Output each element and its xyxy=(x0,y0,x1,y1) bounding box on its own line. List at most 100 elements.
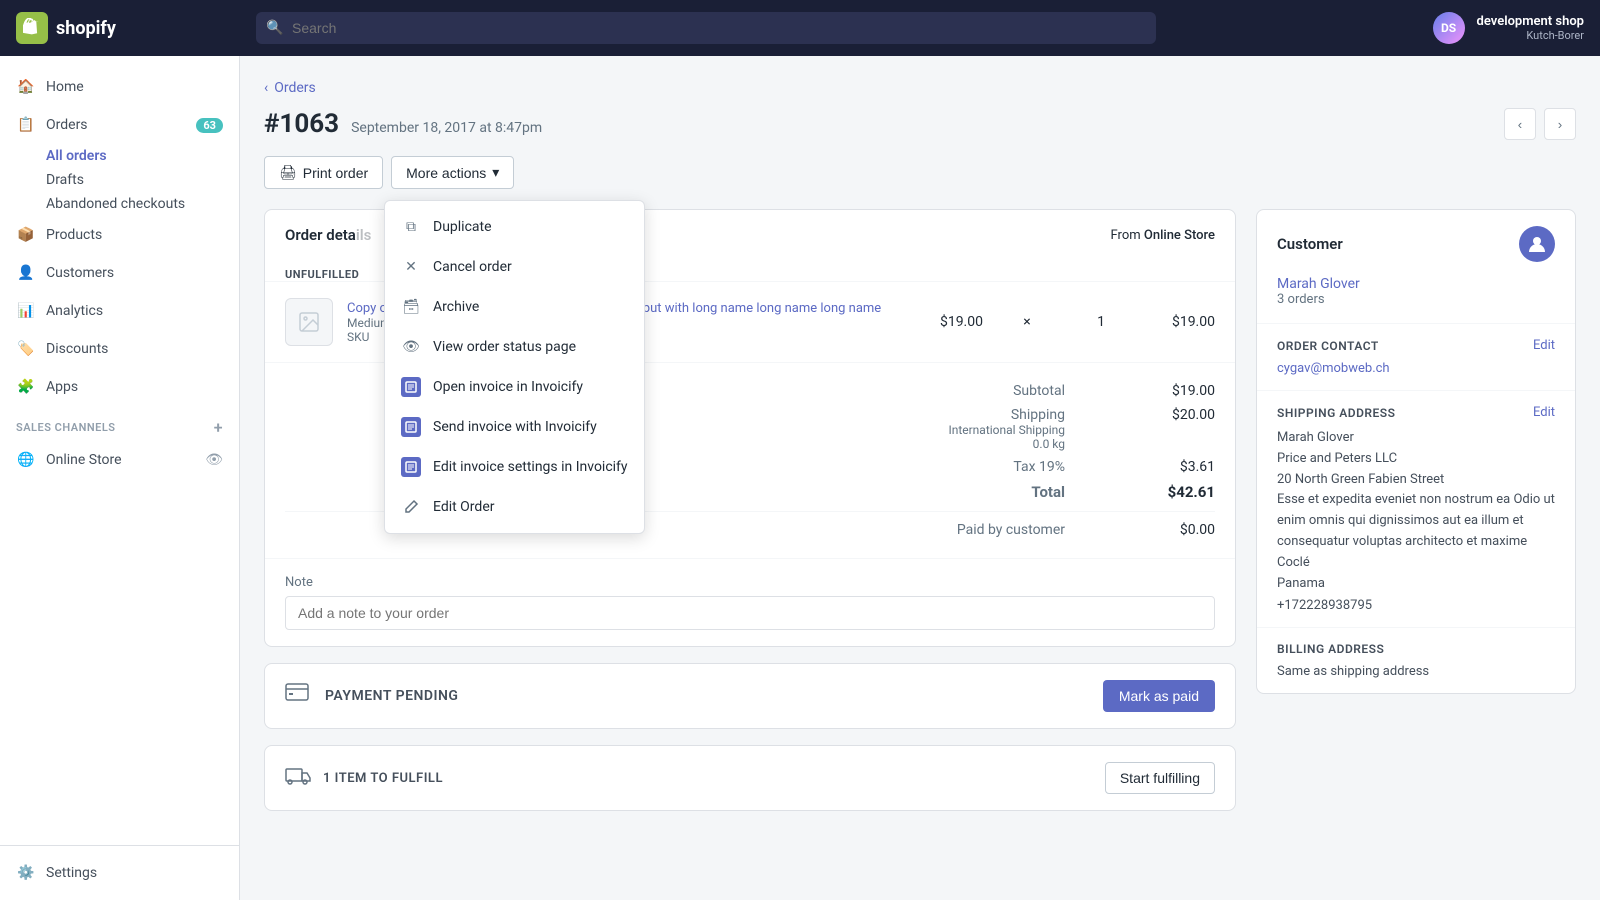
sidebar-item-discounts[interactable]: 🏷️ Discounts xyxy=(0,330,239,368)
order-header: #1063 September 18, 2017 at 8:47pm ‹ › xyxy=(264,108,1576,140)
search-input[interactable] xyxy=(256,12,1156,44)
order-date: September 18, 2017 at 8:47pm xyxy=(351,120,542,136)
dropdown-label-edit-order: Edit Order xyxy=(433,499,495,515)
sidebar-item-products[interactable]: 📦 Products xyxy=(0,216,239,254)
dropdown-item-cancel[interactable]: ✕ Cancel order xyxy=(385,247,644,287)
add-sales-channel-button[interactable]: + xyxy=(214,418,223,437)
billing-header: BILLING ADDRESS xyxy=(1277,642,1555,656)
dropdown-label-edit-invoice: Edit invoice settings in Invoicify xyxy=(433,459,628,475)
dropdown-item-view-status[interactable]: 👁 View order status page xyxy=(385,327,644,367)
sidebar-item-orders[interactable]: 📋 Orders 63 xyxy=(0,106,239,144)
dropdown-item-open-invoice[interactable]: Open invoice in Invoicify xyxy=(385,367,644,407)
sidebar-item-discounts-label: Discounts xyxy=(46,341,108,357)
logo[interactable]: shopify xyxy=(16,12,256,44)
customer-avatar xyxy=(1519,226,1555,262)
customer-header: Customer xyxy=(1277,226,1555,262)
right-panel: Customer Marah Glover 3 orders ORDER CON… xyxy=(1256,209,1576,827)
note-input[interactable] xyxy=(285,596,1215,630)
note-label: Note xyxy=(285,575,1215,590)
sidebar-sub-abandoned[interactable]: Abandoned checkouts xyxy=(0,192,239,216)
sales-channels-section: SALES CHANNELS + xyxy=(0,406,239,441)
contact-section: ORDER CONTACT Edit cygav@mobweb.ch xyxy=(1257,324,1575,390)
shipping-address-company: Price and Peters LLC xyxy=(1277,449,1555,470)
breadcrumb[interactable]: ‹ Orders xyxy=(264,80,1576,96)
shop-info: development shop Kutch-Borer xyxy=(1477,14,1584,42)
subtotal-label: Subtotal xyxy=(1013,383,1065,399)
dropdown-label-view-status: View order status page xyxy=(433,339,576,355)
sales-channels-label: SALES CHANNELS xyxy=(16,421,116,434)
total-label: Total xyxy=(1031,483,1065,501)
dropdown-label-duplicate: Duplicate xyxy=(433,219,492,235)
customer-title: Customer xyxy=(1277,235,1343,253)
customer-email[interactable]: cygav@mobweb.ch xyxy=(1277,361,1555,376)
online-store-icon: 🌐 xyxy=(16,450,36,470)
subtotal-val: $19.00 xyxy=(1145,383,1215,399)
top-nav: shopify 🔍 DS development shop Kutch-Bore… xyxy=(0,0,1600,56)
item-quantity: 1 xyxy=(1071,314,1131,330)
main-content: ‹ Orders #1063 September 18, 2017 at 8:4… xyxy=(240,56,1600,900)
sidebar-item-home[interactable]: 🏠 Home xyxy=(0,68,239,106)
fulfill-banner: 1 ITEM TO FULFILL Start fulfilling xyxy=(265,746,1235,810)
sidebar-item-customers-label: Customers xyxy=(46,265,114,281)
discounts-icon: 🏷️ xyxy=(16,339,36,359)
customer-name[interactable]: Marah Glover xyxy=(1277,276,1555,292)
start-fulfilling-button[interactable]: Start fulfilling xyxy=(1105,762,1215,794)
truck-icon xyxy=(285,766,311,790)
billing-same-as-shipping: Same as shipping address xyxy=(1277,664,1555,679)
sidebar-item-products-label: Products xyxy=(46,227,102,243)
settings-label: Settings xyxy=(46,865,97,881)
dropdown-item-duplicate[interactable]: ⧉ Duplicate xyxy=(385,207,644,247)
dropdown-item-send-invoice[interactable]: Send invoice with Invoicify xyxy=(385,407,644,447)
sidebar-item-customers[interactable]: 👤 Customers xyxy=(0,254,239,292)
send-invoice-icon xyxy=(401,417,421,437)
sidebar-item-orders-label: Orders xyxy=(46,117,88,133)
shipping-sub: International Shipping xyxy=(948,423,1065,437)
shipping-address-city: Coclé xyxy=(1277,553,1555,574)
order-details-title: Order details xyxy=(285,226,371,244)
print-order-button[interactable]: 🖨 Print order xyxy=(264,156,383,189)
abandoned-label: Abandoned checkouts xyxy=(46,196,185,212)
sidebar-item-analytics[interactable]: 📊 Analytics xyxy=(0,292,239,330)
shipping-val: $20.00 xyxy=(1145,407,1215,451)
more-actions-button[interactable]: More actions ▾ xyxy=(391,156,514,189)
sidebar-sub-all-orders[interactable]: All orders xyxy=(0,144,239,168)
drafts-label: Drafts xyxy=(46,172,84,188)
next-order-button[interactable]: › xyxy=(1544,108,1576,140)
more-actions-chevron-icon: ▾ xyxy=(492,164,499,181)
item-image xyxy=(285,298,333,346)
shop-subdomain: Kutch-Borer xyxy=(1477,29,1584,42)
paid-val: $0.00 xyxy=(1145,522,1215,538)
mark-paid-button[interactable]: Mark as paid xyxy=(1103,680,1215,712)
item-price: $19.00 xyxy=(940,314,983,330)
dropdown-label-send-invoice: Send invoice with Invoicify xyxy=(433,419,597,435)
search-bar[interactable]: 🔍 xyxy=(256,12,1156,44)
open-invoice-icon xyxy=(401,377,421,397)
tax-val: $3.61 xyxy=(1145,459,1215,475)
edit-shipping-button[interactable]: Edit xyxy=(1533,405,1555,420)
apps-icon: 🧩 xyxy=(16,377,36,397)
from-store-name: Online Store xyxy=(1144,228,1215,243)
shopify-logo-icon xyxy=(16,12,48,44)
edit-order-icon xyxy=(401,497,421,517)
dropdown-item-edit-invoice[interactable]: Edit invoice settings in Invoicify xyxy=(385,447,644,487)
payment-banner: PAYMENT PENDING Mark as paid xyxy=(265,664,1235,728)
shipping-address-phone: +172228938795 xyxy=(1277,598,1555,613)
payment-pending-card: PAYMENT PENDING Mark as paid xyxy=(264,663,1236,729)
more-actions-label: More actions xyxy=(406,165,486,181)
online-store-visibility-icon[interactable]: 👁 xyxy=(205,452,223,468)
breadcrumb-label: Orders xyxy=(274,80,316,96)
orders-badge: 63 xyxy=(196,118,223,133)
edit-contact-button[interactable]: Edit xyxy=(1533,338,1555,353)
dropdown-item-edit-order[interactable]: Edit Order xyxy=(385,487,644,527)
sidebar-sub-drafts[interactable]: Drafts xyxy=(0,168,239,192)
order-contact-label: ORDER CONTACT xyxy=(1277,339,1379,353)
dropdown-label-open-invoice: Open invoice in Invoicify xyxy=(433,379,583,395)
sidebar-item-online-store[interactable]: 🌐 Online Store 👁 xyxy=(0,441,239,479)
shipping-label: Shipping xyxy=(948,407,1065,423)
sidebar-item-apps[interactable]: 🧩 Apps xyxy=(0,368,239,406)
prev-order-button[interactable]: ‹ xyxy=(1504,108,1536,140)
fulfill-card: 1 ITEM TO FULFILL Start fulfilling xyxy=(264,745,1236,811)
sidebar-item-settings[interactable]: ⚙️ Settings xyxy=(0,854,239,892)
dropdown-item-archive[interactable]: 🗃 Archive xyxy=(385,287,644,327)
sidebar: 🏠 Home 📋 Orders 63 All orders Drafts Aba… xyxy=(0,56,240,900)
